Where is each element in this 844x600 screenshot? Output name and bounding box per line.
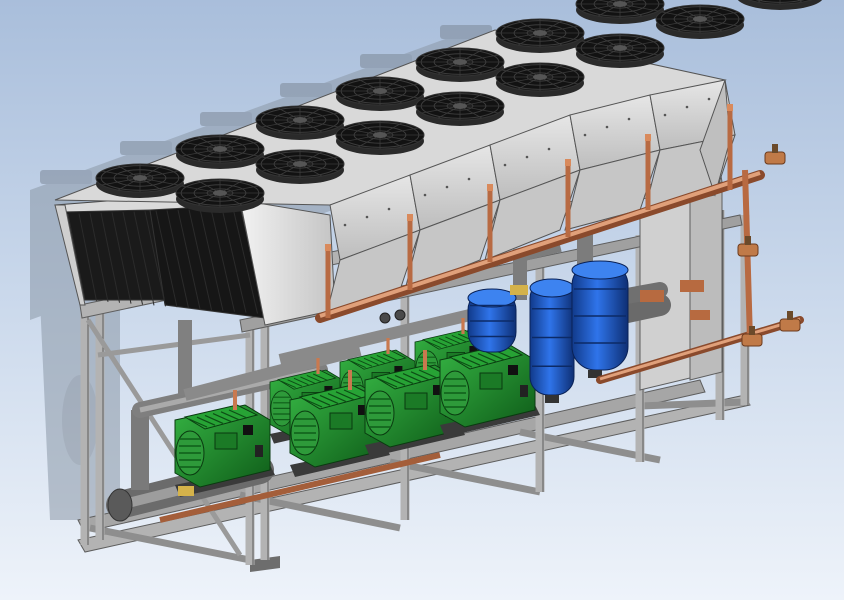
valve-handle [749,326,755,335]
fan-hub [213,146,227,152]
frame-cross-member [639,398,746,410]
rivet [583,133,587,137]
fan-hub [213,190,227,196]
brass-fitting [690,310,710,320]
fan-hub [373,88,387,94]
fan-hub [453,103,467,109]
compressor-valve [255,445,263,457]
rivet [707,97,711,101]
fan [335,76,425,111]
receiver-fitting [545,395,559,403]
cad-viewport[interactable] [0,0,844,600]
fan [415,47,505,82]
rivet [627,117,631,121]
shadow-fan [200,112,252,126]
fan-hub [533,30,547,36]
shadow-figure [62,375,98,465]
riser-fitting [727,104,733,111]
fan-hub [373,132,387,138]
fan [415,91,505,126]
shadow-fan [40,170,92,184]
valve-body [737,243,759,257]
brass-fitting [178,486,194,496]
rivet [605,125,609,129]
rivet [547,147,551,151]
rivet [663,113,667,117]
rivet [525,155,529,159]
shadow-fan [120,141,172,155]
fan [495,62,585,97]
valve-handle [787,311,793,320]
fan-hub [453,59,467,65]
receiver-top [529,278,575,298]
fan-hub [613,45,627,51]
receiver-small [467,288,517,353]
rivet [467,177,471,181]
fan-hub [693,16,707,22]
brass-fitting [680,280,704,292]
fan [335,120,425,155]
valve-handle [772,144,778,153]
fan [575,0,665,24]
rivet [445,185,449,189]
valve-handle [745,236,751,245]
refrigeration-rack-3d-model [30,0,823,572]
fan-hub [133,175,147,181]
fan-hub [533,74,547,80]
fan [175,178,265,213]
receiver-large [571,260,629,371]
brass-fitting [640,290,664,302]
frame-brace [97,332,251,358]
suction-header-cap [107,488,133,522]
receiver-vertical [529,278,575,396]
shadow-fan [280,83,332,97]
pressure-gauge [394,309,406,321]
rivet [343,223,347,227]
valve-body [779,318,801,332]
compressor-valve [520,385,528,397]
ball-valve [764,144,786,165]
riser-fitting [325,244,331,251]
riser-fitting [645,134,651,141]
fan-hub [613,1,627,7]
fan [737,0,823,10]
ball-valve [779,311,801,332]
compressor-valve [243,425,253,435]
receiver-top [467,288,517,308]
rivet [685,105,689,109]
pressure-gauge [379,312,391,324]
rivet [365,215,369,219]
compressor-terminal-box [479,372,503,390]
riser-fitting [407,214,413,221]
fan [175,134,265,169]
valve-body [764,151,786,165]
fan [495,18,585,53]
riser-fitting [487,184,493,191]
fan [655,4,745,39]
brass-fitting [510,285,528,295]
fan-hub [293,161,307,167]
fan [255,105,345,140]
receiver-top [571,260,629,280]
fan [95,163,185,198]
fan [575,33,665,68]
compressor-terminal-box [329,412,353,430]
rivet [423,193,427,197]
riser-fitting [565,159,571,166]
fan [255,149,345,184]
compressor-terminal-box [214,432,238,450]
rivet [387,207,391,211]
compressor-valve [508,365,518,375]
compressor-terminal-box [404,392,428,410]
fan-hub [293,117,307,123]
rivet [503,163,507,167]
valve-body [741,333,763,347]
